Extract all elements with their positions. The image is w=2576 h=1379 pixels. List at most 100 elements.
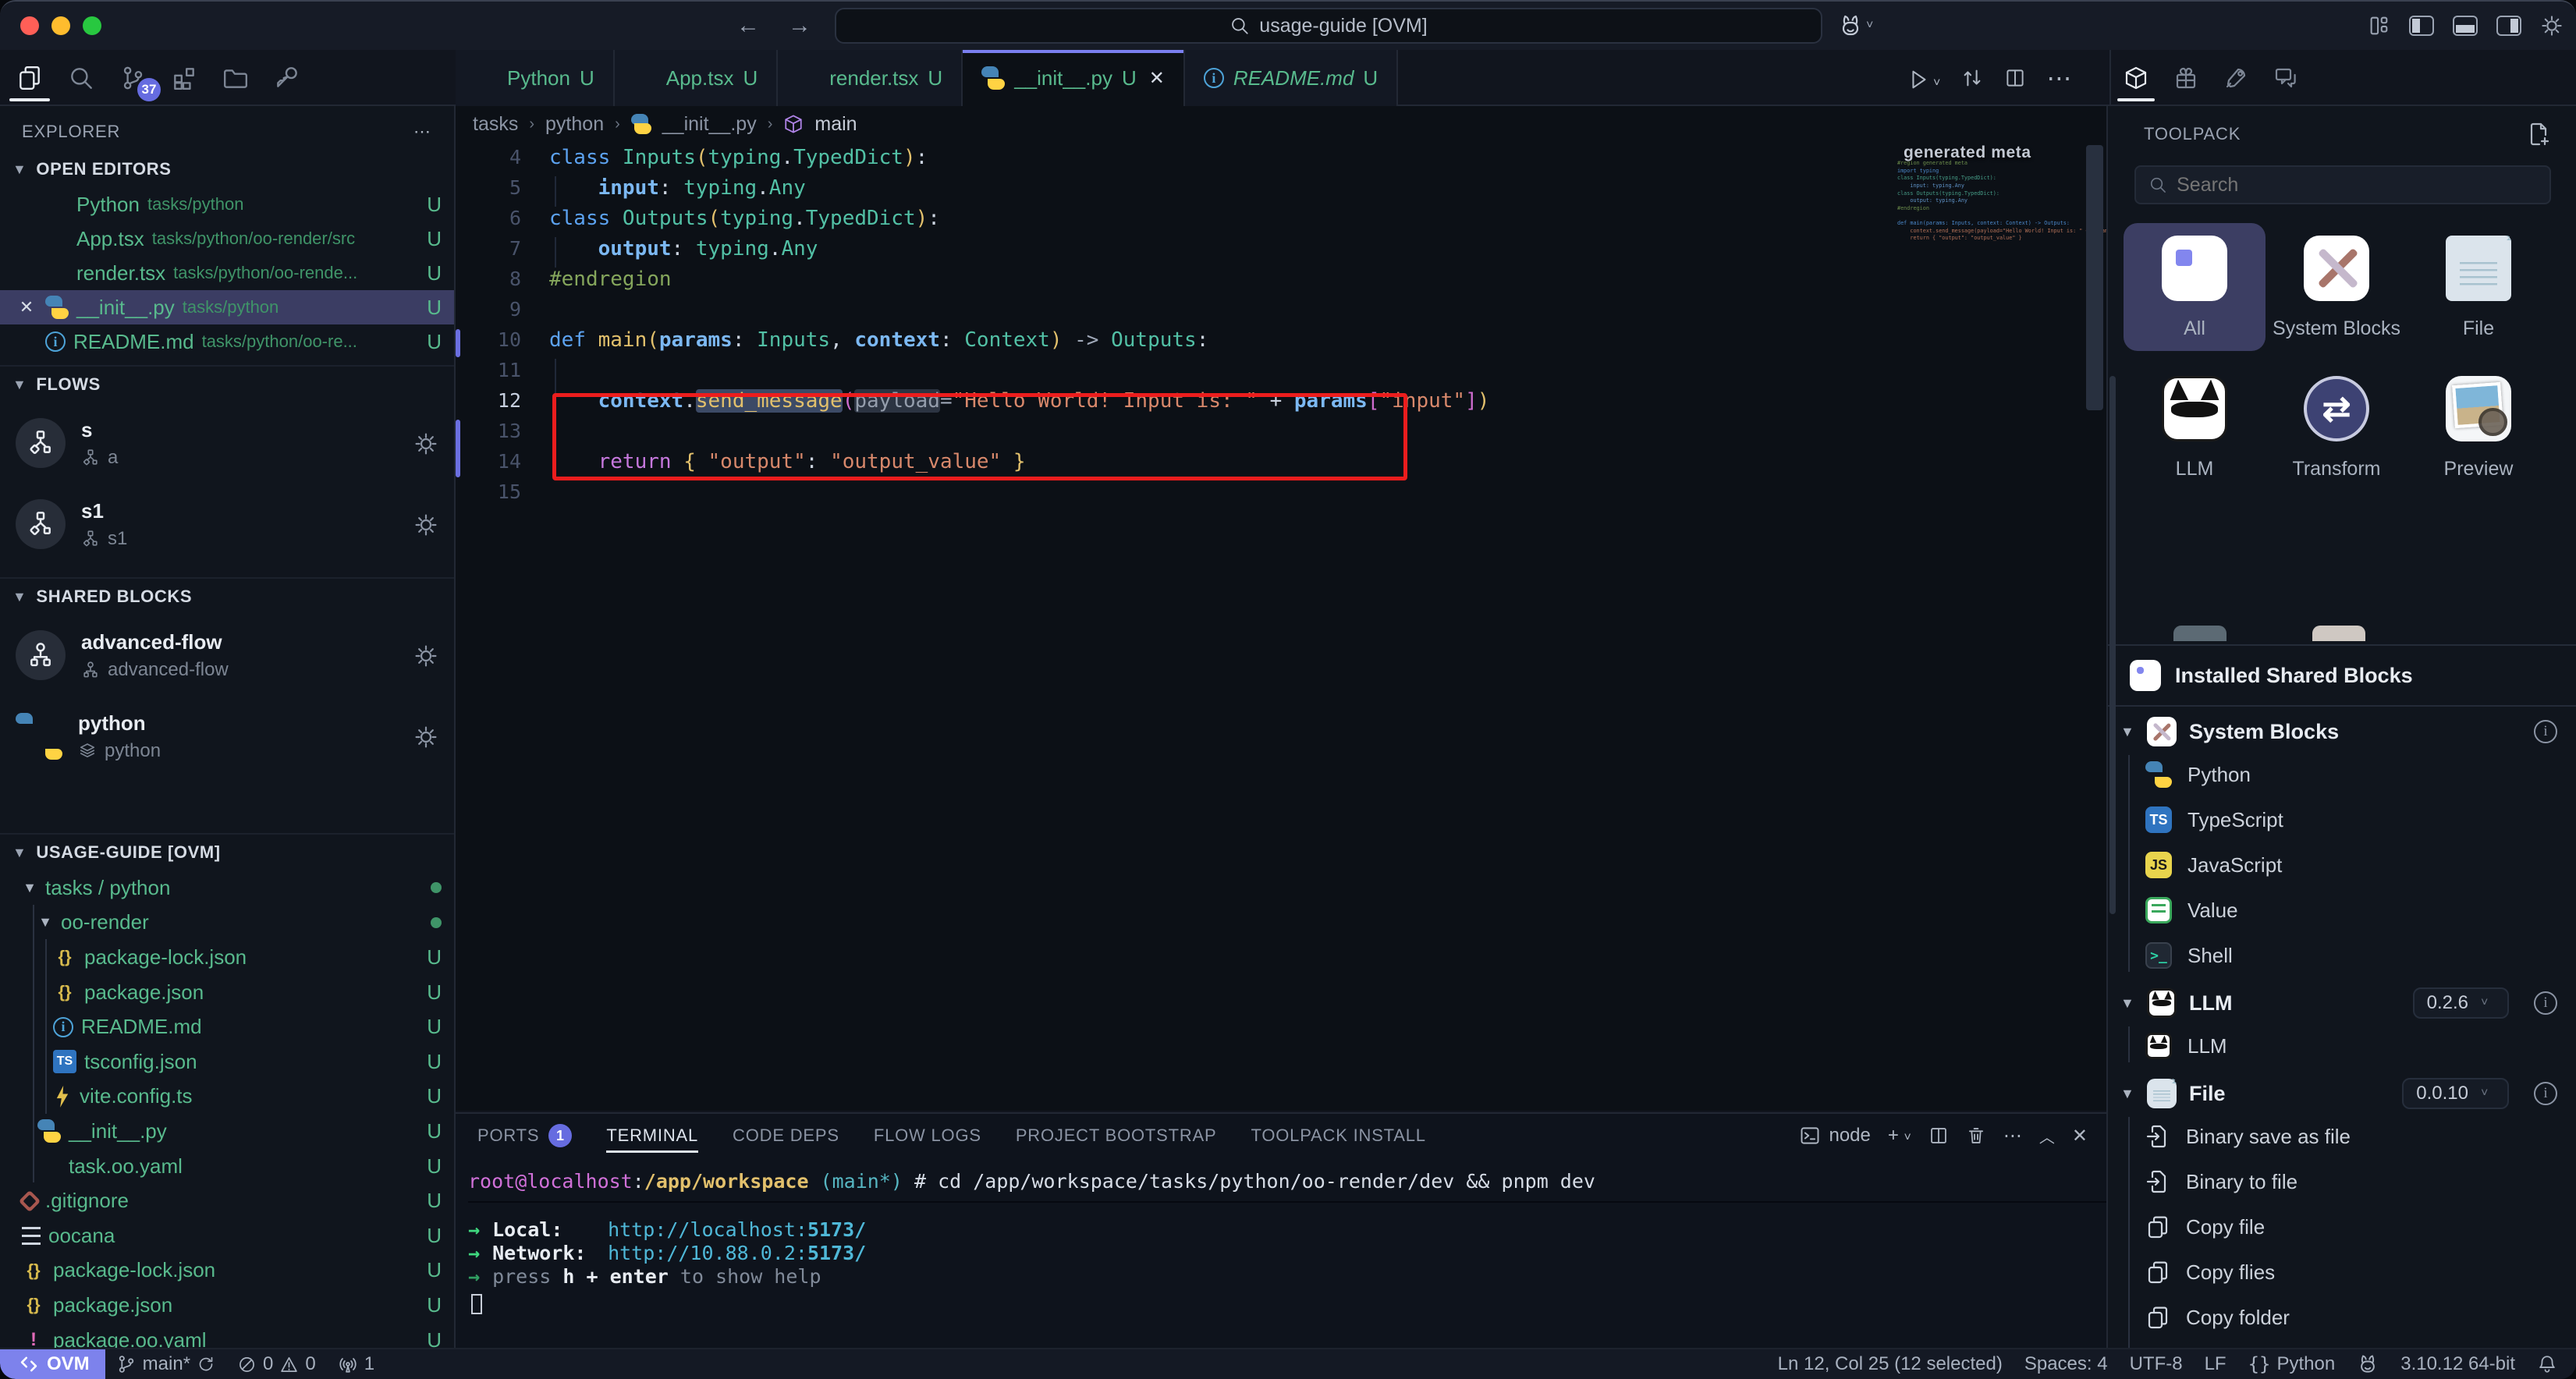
compare-changes-icon[interactable] <box>1960 66 1984 90</box>
more-actions-icon[interactable]: ⋯ <box>2046 63 2073 93</box>
info-icon[interactable]: i <box>2534 1082 2557 1105</box>
panel-tab[interactable]: TERMINAL <box>606 1114 698 1157</box>
block-group-llm[interactable]: ▼ LLM 0.2.6˅ i <box>2108 983 2576 1023</box>
block-item[interactable]: Binary to file <box>2145 1159 2576 1204</box>
open-editor-item[interactable]: App.tsx tasks/python/oo-render/src U <box>0 222 454 256</box>
flow-item[interactable]: s a <box>0 402 454 484</box>
flow-settings-gear-icon[interactable] <box>413 430 438 456</box>
server-port[interactable]: 5173/ <box>807 1242 866 1264</box>
breadcrumb-item[interactable]: python <box>545 113 604 136</box>
rocket-activity-icon[interactable] <box>2220 58 2251 98</box>
toolpack-card[interactable]: File <box>2407 223 2549 351</box>
block-item[interactable]: Empty folder <box>2145 1340 2576 1348</box>
close-window-button[interactable] <box>20 16 39 35</box>
shared-block-item[interactable]: advanced-flow advanced-flow <box>0 615 454 696</box>
assistant-menu[interactable]: ˅ <box>1838 13 1873 38</box>
flow-settings-gear-icon[interactable] <box>413 511 438 537</box>
block-item[interactable]: LLM <box>2145 1023 2576 1069</box>
ports-item[interactable]: 1 <box>327 1349 385 1379</box>
toolpack-card[interactable]: Transform <box>2266 363 2407 491</box>
breadcrumb-item[interactable]: tasks <box>473 113 518 136</box>
folder-activity-icon[interactable] <box>218 58 253 98</box>
source-control-activity-icon[interactable]: 37 <box>115 58 150 98</box>
breadcrumb[interactable]: tasks › python › __init__.py › main <box>456 106 2106 142</box>
tree-item[interactable]: vite.config.ts U <box>0 1079 454 1115</box>
panel-tab[interactable]: FLOW LOGS <box>874 1114 981 1157</box>
explorer-more-icon[interactable]: ⋯ <box>413 122 432 142</box>
version-select[interactable]: 0.0.10˅ <box>2402 1078 2509 1109</box>
block-item[interactable]: Python <box>2145 752 2576 797</box>
tab-close-icon[interactable]: ✕ <box>1149 67 1165 90</box>
bunny-status-item[interactable] <box>2346 1353 2390 1375</box>
workspace-tree-header[interactable]: ▼USAGE-GUIDE [OVM] <box>0 833 454 870</box>
info-icon[interactable]: i <box>2534 991 2557 1015</box>
toolpack-search[interactable] <box>2134 165 2551 204</box>
notifications-bell-icon[interactable] <box>2526 1354 2576 1374</box>
block-item[interactable]: Binary save as file <box>2145 1114 2576 1159</box>
editor-tab[interactable]: render.tsx U <box>778 50 963 106</box>
panel-tab[interactable]: PROJECT BOOTSTRAP <box>1016 1114 1217 1157</box>
toolpack-scrollbar[interactable] <box>2109 376 2116 914</box>
toolpack-card[interactable]: All <box>2124 223 2266 351</box>
editor-tab[interactable]: Python U <box>456 50 615 106</box>
history-forward-icon[interactable]: → <box>788 12 811 39</box>
toggle-left-sidebar-icon[interactable] <box>2409 16 2434 36</box>
block-item[interactable]: Copy folder <box>2145 1295 2576 1340</box>
minimize-window-button[interactable] <box>51 16 70 35</box>
breadcrumb-item[interactable]: main <box>814 113 857 136</box>
terminal[interactable]: root@localhost:/app/workspace (main*) # … <box>456 1157 2106 1315</box>
split-editor-icon[interactable] <box>2004 67 2026 89</box>
explorer-activity-icon[interactable] <box>12 58 47 98</box>
panel-tab[interactable]: TOOLPACK INSTALL <box>1251 1114 1426 1157</box>
language-mode-item[interactable]: {}Python <box>2237 1353 2347 1375</box>
encoding-item[interactable]: UTF-8 <box>2119 1353 2194 1375</box>
kill-terminal-icon[interactable] <box>1966 1126 1986 1146</box>
search-activity-icon[interactable] <box>64 58 98 98</box>
problems-item[interactable]: 0 0 <box>226 1349 327 1379</box>
shared-block-item[interactable]: python python <box>0 696 454 777</box>
tree-item[interactable]: ▼ tasks / python <box>0 870 454 906</box>
tree-item[interactable]: package.json U <box>0 975 454 1010</box>
eol-item[interactable]: LF <box>2194 1353 2237 1375</box>
toggle-panel-icon[interactable] <box>2453 16 2478 36</box>
editor-tab[interactable]: README.md U <box>1185 50 1398 106</box>
flow-item[interactable]: s1 s1 <box>0 484 454 565</box>
block-item[interactable]: Shell <box>2145 933 2576 978</box>
run-button[interactable]: ˅ <box>1907 64 1940 93</box>
toolpack-card[interactable]: Preview <box>2407 363 2549 491</box>
tree-item[interactable]: task.oo.yaml U <box>0 1149 454 1184</box>
tree-item[interactable]: package-lock.json U <box>0 1253 454 1289</box>
remote-indicator[interactable]: OVM <box>0 1349 105 1379</box>
block-item[interactable]: Copy file <box>2145 1204 2576 1250</box>
breadcrumb-item[interactable]: __init__.py <box>662 113 757 136</box>
settings-gear-icon[interactable] <box>2540 14 2564 37</box>
maximize-window-button[interactable] <box>83 16 101 35</box>
code-editor[interactable]: 4 class Inputs(typing.TypedDict): 5 inpu… <box>456 142 2106 507</box>
open-editors-header[interactable]: ▼OPEN EDITORS <box>0 151 454 187</box>
panel-more-icon[interactable]: ⋯ <box>2003 1125 2022 1147</box>
server-port[interactable]: 5173/ <box>807 1218 866 1241</box>
block-group-file[interactable]: ▼ File 0.0.10˅ i <box>2108 1073 2576 1114</box>
open-editor-item[interactable]: Python tasks/python U <box>0 187 454 222</box>
tree-item[interactable]: package-lock.json U <box>0 940 454 975</box>
customize-layout-icon[interactable] <box>2367 14 2390 37</box>
minimap[interactable]: #region generated metaimport typingclass… <box>1897 145 2085 257</box>
block-item[interactable]: Value <box>2145 888 2576 933</box>
open-editor-item[interactable]: render.tsx tasks/python/oo-rende... U <box>0 256 454 290</box>
terminal-shell-item[interactable]: node <box>1799 1125 1870 1147</box>
shared-blocks-header[interactable]: ▼SHARED BLOCKS <box>0 577 454 615</box>
toolpack-card[interactable]: LLM <box>2124 363 2266 491</box>
editor-scrollbar[interactable] <box>2086 145 2103 410</box>
toolpack-search-input[interactable] <box>2177 174 2537 197</box>
tree-item[interactable]: package.json U <box>0 1288 454 1323</box>
close-panel-icon[interactable]: ✕ <box>2072 1125 2088 1147</box>
shared-block-settings-gear-icon[interactable] <box>413 642 438 668</box>
toolpack-activity-icon[interactable] <box>2120 58 2152 98</box>
editor-tab[interactable]: __init__.py U ✕ <box>963 50 1185 106</box>
block-item[interactable]: JavaScript <box>2145 842 2576 888</box>
key-activity-icon[interactable] <box>270 58 304 98</box>
block-item[interactable]: Copy flies <box>2145 1250 2576 1295</box>
split-terminal-icon[interactable] <box>1928 1126 1949 1146</box>
tree-item[interactable]: __init__.py U <box>0 1114 454 1149</box>
tree-item[interactable]: README.md U <box>0 1009 454 1044</box>
